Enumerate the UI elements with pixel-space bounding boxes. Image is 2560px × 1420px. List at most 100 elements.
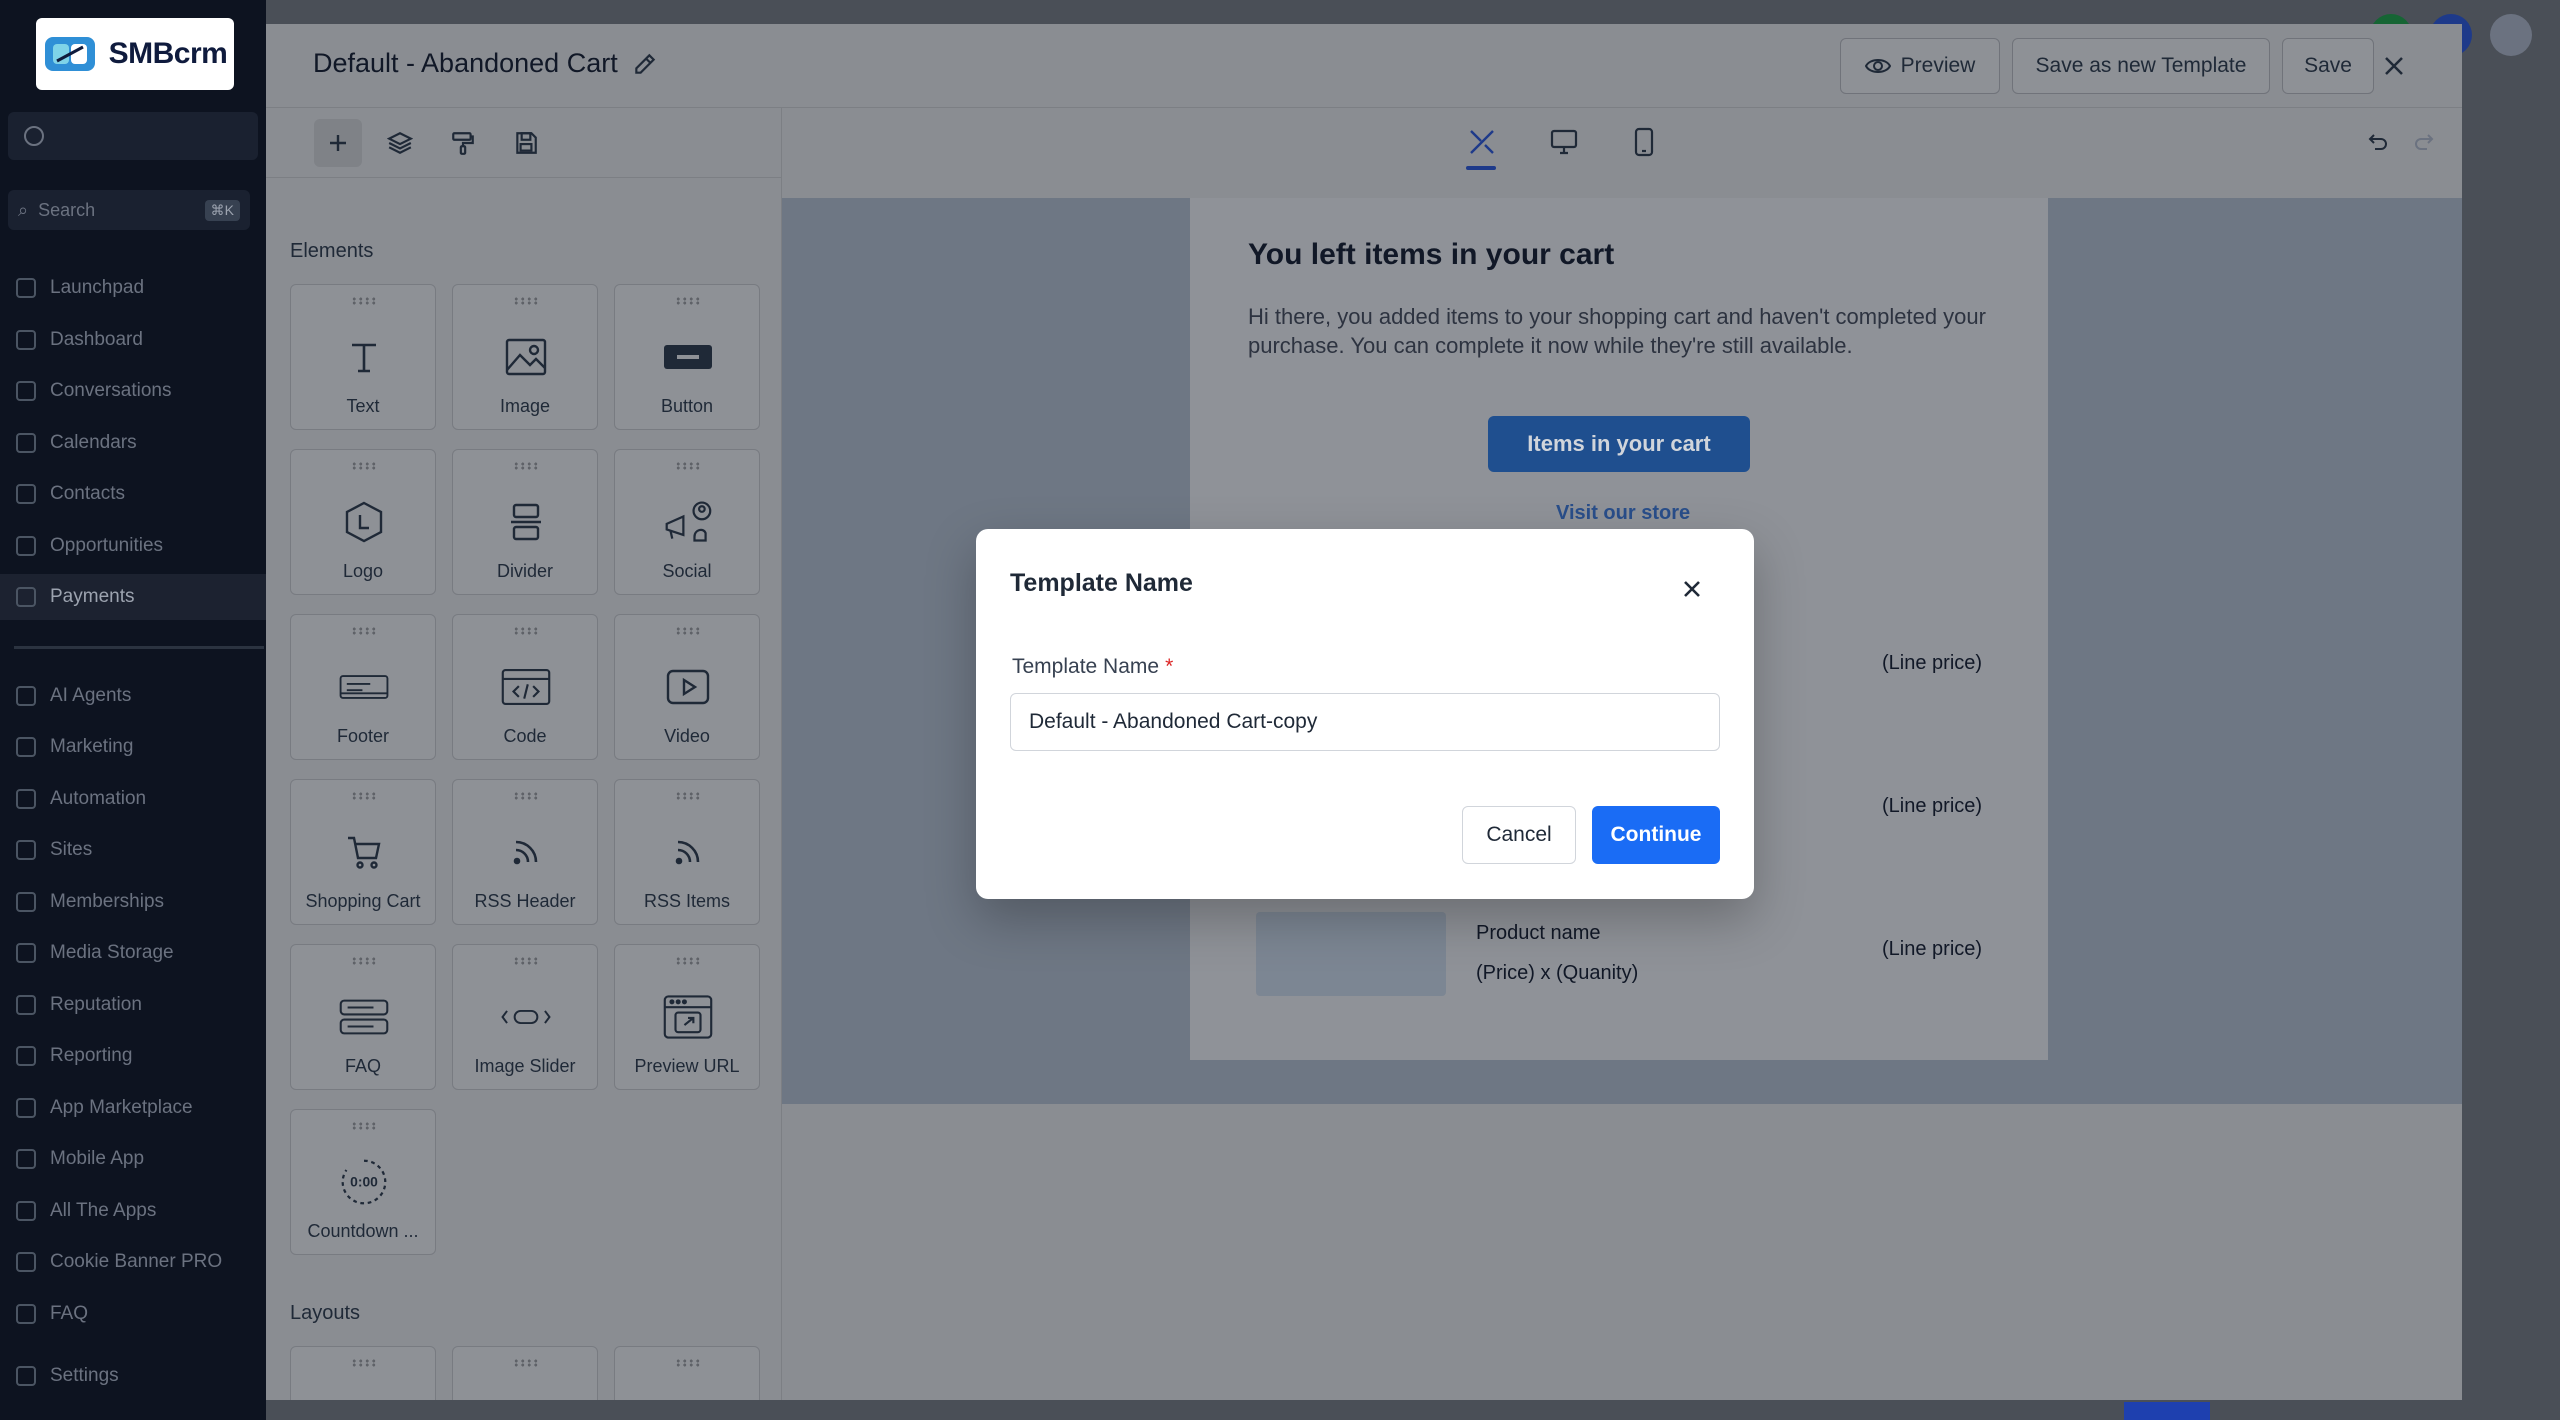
account-switcher[interactable] <box>8 112 258 160</box>
drag-handle[interactable] <box>351 1122 377 1130</box>
sidebar-item-label: FAQ <box>50 1303 89 1324</box>
save-block-tool[interactable] <box>502 119 550 167</box>
sidebar-item-automation[interactable]: Automation <box>0 776 266 822</box>
add-element-tool[interactable] <box>314 119 362 167</box>
sidebar-item-launchpad[interactable]: Launchpad <box>0 265 266 311</box>
element-tile-button[interactable]: Button <box>614 284 760 430</box>
preview-button[interactable]: Preview <box>1840 38 2000 94</box>
drag-handle[interactable] <box>513 627 539 635</box>
template-name-input[interactable] <box>1010 693 1720 751</box>
opportunities-icon <box>16 536 36 556</box>
visit-store-link[interactable]: Visit our store <box>1556 502 1690 525</box>
element-tile-image[interactable]: Image <box>452 284 598 430</box>
drag-handle[interactable] <box>675 957 701 965</box>
element-tile-shopping-cart[interactable]: Shopping Cart <box>290 779 436 925</box>
element-tile-rss-header[interactable]: RSS Header <box>452 779 598 925</box>
sidebar-search[interactable]: ⌕ Search ⌘K <box>8 190 250 230</box>
sidebar-item-dashboard[interactable]: Dashboard <box>0 317 266 363</box>
sidebar-item-memberships[interactable]: Memberships <box>0 879 266 925</box>
element-label: Code <box>503 726 547 746</box>
drag-handle[interactable] <box>513 792 539 800</box>
redo-button[interactable] <box>2404 122 2444 162</box>
drag-handle[interactable] <box>675 297 701 305</box>
sidebar-item-label: Contacts <box>50 483 125 504</box>
save-button[interactable]: Save <box>2282 38 2374 94</box>
element-tile-logo[interactable]: Logo <box>290 449 436 595</box>
layout-tile-1-column[interactable] <box>290 1346 436 1400</box>
sidebar-item-app-marketplace[interactable]: App Marketplace <box>0 1085 266 1131</box>
drag-handle[interactable] <box>513 1359 539 1367</box>
layout-tile-2-columns[interactable] <box>614 1346 760 1400</box>
items-in-cart-button[interactable]: Items in your cart <box>1488 416 1750 472</box>
element-tile-footer[interactable]: Footer <box>290 614 436 760</box>
save-as-new-template-button[interactable]: Save as new Template <box>2012 38 2270 94</box>
dialog-close-button[interactable] <box>1676 573 1708 605</box>
sidebar-item-faq[interactable]: FAQ <box>0 1291 266 1337</box>
element-tile-code[interactable]: Code <box>452 614 598 760</box>
drag-handle[interactable] <box>351 297 377 305</box>
drag-handle[interactable] <box>351 462 377 470</box>
sidebar-item-contacts[interactable]: Contacts <box>0 471 266 517</box>
element-tile-image-slider[interactable]: Image Slider <box>452 944 598 1090</box>
element-tile-preview-url[interactable]: Preview URL <box>614 944 760 1090</box>
cancel-button[interactable]: Cancel <box>1462 806 1576 864</box>
sidebar-item-label: Cookie Banner PRO <box>50 1251 223 1272</box>
drag-handle[interactable] <box>351 792 377 800</box>
avatar[interactable] <box>2490 14 2532 56</box>
drag-handle[interactable] <box>675 1359 701 1367</box>
layers-tool[interactable] <box>376 119 424 167</box>
element-tile-countdown[interactable]: 0:00 Countdown ... <box>290 1109 436 1255</box>
element-tile-text[interactable]: Text <box>290 284 436 430</box>
close-editor-button[interactable] <box>2376 48 2412 84</box>
drag-handle[interactable] <box>351 957 377 965</box>
sidebar-item-conversations[interactable]: Conversations <box>0 368 266 414</box>
button-icon <box>664 345 712 369</box>
sidebar-item-marketing[interactable]: Marketing <box>0 724 266 770</box>
drag-handle[interactable] <box>675 627 701 635</box>
star-icon <box>16 995 36 1015</box>
editor-header: Default - Abandoned Cart Preview Save as… <box>266 24 2462 108</box>
sidebar-item-ai-agents[interactable]: AI Agents <box>0 673 266 719</box>
sidebar-item-media-storage[interactable]: Media Storage <box>0 930 266 976</box>
drag-handle[interactable] <box>351 1359 377 1367</box>
sidebar-item-opportunities[interactable]: Opportunities <box>0 523 266 569</box>
tab-design[interactable] <box>1462 122 1502 162</box>
tab-mobile-preview[interactable] <box>1624 122 1664 162</box>
sidebar-item-reporting[interactable]: Reporting <box>0 1033 266 1079</box>
pencil-icon[interactable] <box>632 51 658 77</box>
sidebar-item-label: Reputation <box>50 994 142 1015</box>
tab-desktop-preview[interactable] <box>1544 122 1584 162</box>
continue-button[interactable]: Continue <box>1592 806 1720 864</box>
sidebar-item-all-the-apps[interactable]: All The Apps <box>0 1188 266 1234</box>
drag-handle[interactable] <box>675 462 701 470</box>
sidebar-item-sites[interactable]: Sites <box>0 827 266 873</box>
styles-tool[interactable] <box>439 119 487 167</box>
element-tile-divider[interactable]: Divider <box>452 449 598 595</box>
element-tile-social[interactable]: Social <box>614 449 760 595</box>
element-tile-video[interactable]: Video <box>614 614 760 760</box>
sidebar-item-calendars[interactable]: Calendars <box>0 420 266 466</box>
sidebar-item-mobile-app[interactable]: Mobile App <box>0 1136 266 1182</box>
redo-icon <box>2415 134 2434 150</box>
sidebar-item-cookie-banner[interactable]: Cookie Banner PRO <box>0 1239 266 1285</box>
brand-logo[interactable]: SMBcrm <box>36 18 234 90</box>
sidebar-item-label: Settings <box>50 1365 119 1386</box>
drag-handle[interactable] <box>513 957 539 965</box>
element-label: Social <box>662 561 712 581</box>
account-icon <box>24 126 44 146</box>
drag-handle[interactable] <box>513 297 539 305</box>
mobile-icon <box>16 1149 36 1169</box>
elements-panel: Elements Text Image Button Logo Divider <box>266 108 782 1400</box>
layout-tile-1-row[interactable] <box>452 1346 598 1400</box>
template-name-label: Template Name * <box>1012 655 1173 679</box>
sidebar-item-reputation[interactable]: Reputation <box>0 982 266 1028</box>
drag-handle[interactable] <box>675 792 701 800</box>
element-tile-faq[interactable]: FAQ <box>290 944 436 1090</box>
element-tile-rss-items[interactable]: RSS Items <box>614 779 760 925</box>
sidebar-item-settings[interactable]: Settings <box>0 1353 266 1399</box>
undo-button[interactable] <box>2358 122 2398 162</box>
sidebar-item-payments[interactable]: Payments <box>0 574 266 620</box>
drag-handle[interactable] <box>351 627 377 635</box>
memberships-icon <box>16 892 36 912</box>
drag-handle[interactable] <box>513 462 539 470</box>
